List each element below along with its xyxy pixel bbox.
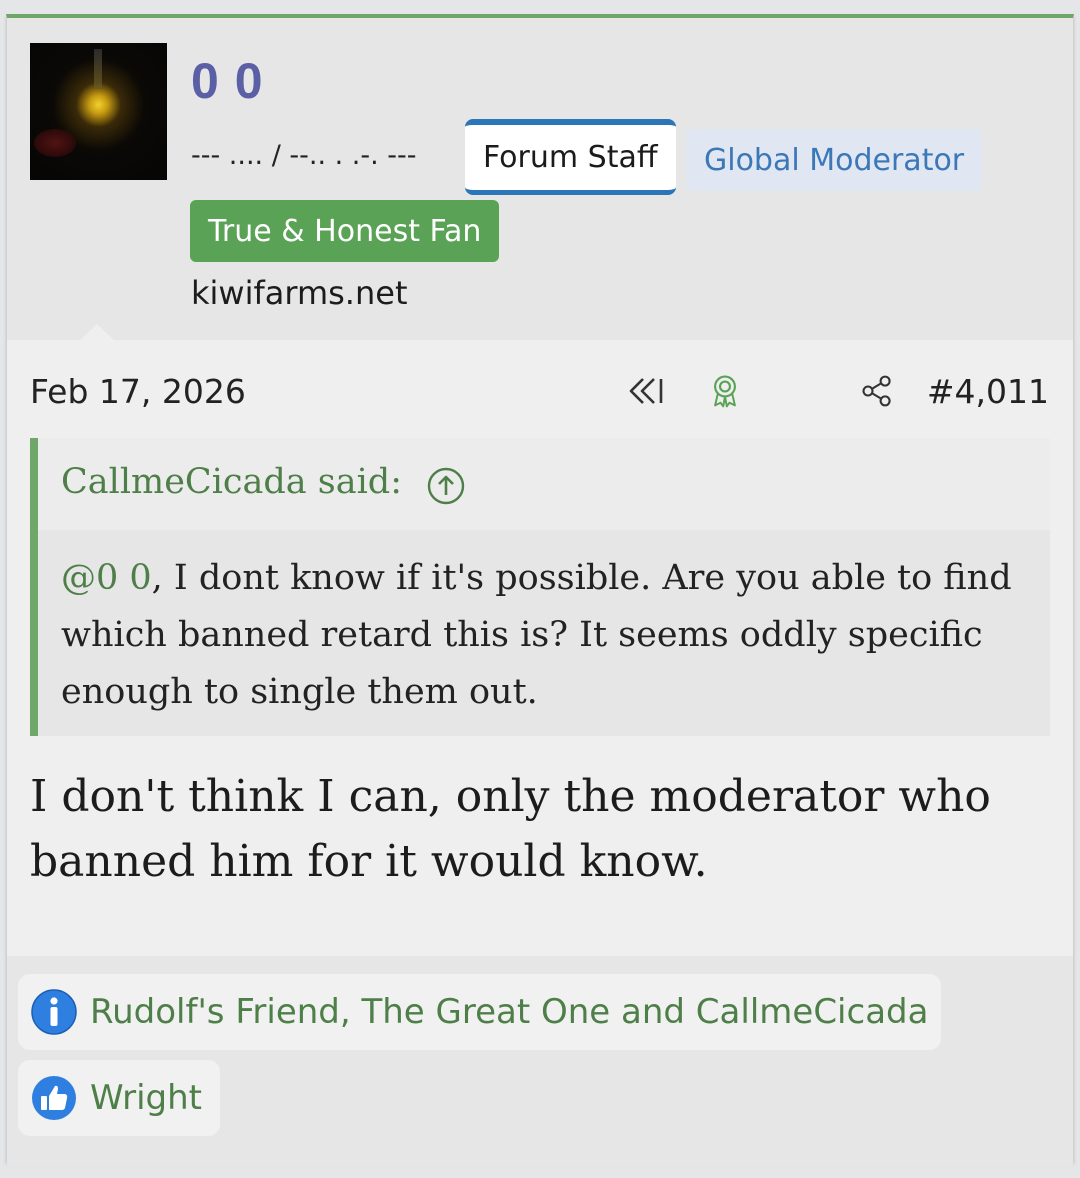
quote-author[interactable]: CallmeCicada said:: [61, 462, 402, 502]
info-icon: [31, 989, 77, 1035]
reaction-informative[interactable]: Rudolf's Friend, The Great One and Callm…: [18, 974, 941, 1050]
jump-to-quote-icon[interactable]: [426, 466, 466, 506]
user-title: --- .... / --.. . .-. ---: [191, 140, 417, 171]
reply-text: I don't think I can, only the moderator …: [30, 771, 991, 887]
quote-block: CallmeCicada said: @0 0, I dont know if …: [30, 438, 1050, 736]
username[interactable]: 0 0: [191, 52, 264, 110]
header-pointer: [79, 324, 115, 341]
reaction-users[interactable]: Wright: [90, 1078, 202, 1118]
forum-staff-badge: Forum Staff: [465, 119, 676, 195]
quote-text: @0 0, I dont know if it's possible. Are …: [61, 550, 1021, 721]
post-number[interactable]: #4,011: [927, 372, 1049, 411]
rewind-icon[interactable]: [627, 373, 667, 409]
award-ribbon-icon[interactable]: [705, 373, 745, 409]
user-site: kiwifarms.net: [191, 274, 408, 312]
user-header: 0 0 --- .... / --.. . .-. --- Forum Staf…: [7, 18, 1073, 341]
post-body: Feb 17, 2026 #4,011 CallmeCicada said: @…: [7, 340, 1073, 956]
global-moderator-badge: Global Moderator: [686, 129, 983, 191]
reaction-like[interactable]: Wright: [18, 1060, 220, 1136]
avatar[interactable]: [30, 43, 167, 180]
reactions-bar: Rudolf's Friend, The Great One and Callm…: [7, 956, 1073, 1166]
quote-header: CallmeCicada said:: [38, 438, 1050, 530]
forum-post: 0 0 --- .... / --.. . .-. --- Forum Staf…: [6, 14, 1074, 1166]
reaction-users[interactable]: Rudolf's Friend, The Great One and Callm…: [90, 992, 928, 1032]
quote-body: , I dont know if it's possible. Are you …: [61, 558, 1012, 712]
share-icon[interactable]: [857, 373, 897, 409]
true-honest-fan-badge: True & Honest Fan: [190, 200, 500, 262]
post-date[interactable]: Feb 17, 2026: [30, 372, 246, 411]
thumbs-up-icon: [32, 1076, 76, 1120]
user-mention[interactable]: @0 0: [61, 558, 152, 598]
